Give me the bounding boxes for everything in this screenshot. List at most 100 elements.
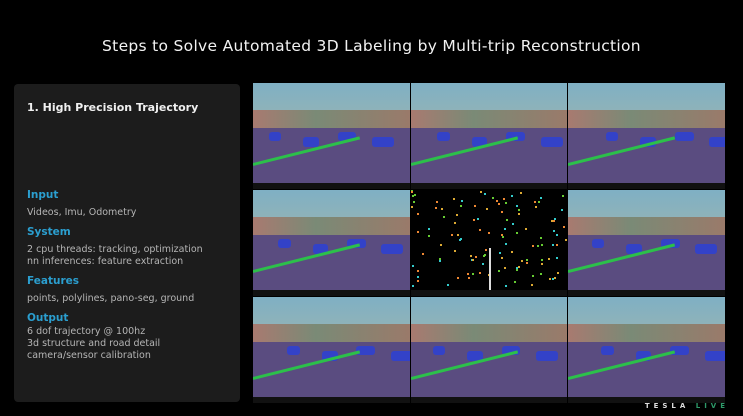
point-feature xyxy=(411,264,414,267)
trajectory-line xyxy=(488,248,491,291)
point-feature xyxy=(510,195,513,198)
point-feature xyxy=(538,200,541,203)
point-feature xyxy=(515,232,518,235)
tile-status-strip xyxy=(253,183,410,189)
point-feature xyxy=(534,206,537,209)
point-feature xyxy=(443,215,446,218)
point-feature xyxy=(416,269,419,272)
point-feature xyxy=(539,197,542,200)
point-feature xyxy=(471,272,474,275)
point-feature xyxy=(474,205,477,208)
point-feature xyxy=(473,218,475,221)
point-feature xyxy=(540,244,543,247)
tile-status-strip xyxy=(568,183,725,189)
camera-view-tile xyxy=(253,190,410,296)
point-feature xyxy=(456,233,459,236)
vehicle-mask xyxy=(287,345,300,356)
section-features-label: Features xyxy=(27,275,79,287)
point-feature xyxy=(565,238,568,241)
point-feature xyxy=(500,256,503,259)
point-feature xyxy=(517,213,520,216)
point-feature xyxy=(417,275,419,278)
point-feature xyxy=(556,244,559,247)
vehicle-mask xyxy=(432,345,446,356)
point-feature xyxy=(428,228,431,231)
vehicle-mask xyxy=(695,244,718,254)
point-feature xyxy=(438,257,441,260)
vehicle-mask xyxy=(437,131,450,142)
camera-view-tile xyxy=(568,190,725,296)
info-panel: 1. High Precision Trajectory Input Video… xyxy=(14,84,240,402)
tile-status-strip xyxy=(253,397,410,403)
point-feature xyxy=(460,200,463,203)
point-feature xyxy=(411,285,414,288)
section-output-text: 6 dof trajectory @ 100hz 3d structure and… xyxy=(27,326,227,362)
point-feature xyxy=(412,200,415,203)
point-feature xyxy=(541,259,544,262)
point-feature xyxy=(516,269,519,272)
point-feature xyxy=(483,193,486,196)
camera-view-tile xyxy=(253,83,410,189)
point-feature xyxy=(504,201,507,204)
vehicle-mask xyxy=(601,345,614,356)
vehicle-mask xyxy=(540,137,563,147)
vehicle-mask xyxy=(674,131,694,142)
point-feature xyxy=(482,263,485,266)
point-feature xyxy=(480,190,483,193)
point-feature xyxy=(504,266,507,269)
live-text: LIVE xyxy=(695,402,729,410)
point-feature xyxy=(447,284,450,287)
point-feature xyxy=(441,208,444,211)
point-feature xyxy=(516,205,519,208)
section-input-text: Videos, Imu, Odometry xyxy=(27,207,137,218)
point-feature xyxy=(476,218,479,221)
brand-text: TESLA xyxy=(644,402,690,410)
point-feature xyxy=(456,214,459,217)
point-feature xyxy=(497,203,500,206)
point-feature xyxy=(410,190,413,193)
camera-view-tile xyxy=(410,297,568,403)
point-feature xyxy=(491,196,494,199)
camera-view-tile xyxy=(568,297,725,403)
point-feature xyxy=(435,201,438,204)
camera-view-tile xyxy=(410,83,568,189)
point-feature xyxy=(554,276,557,279)
point-feature xyxy=(534,200,536,203)
point-feature xyxy=(518,208,521,211)
point-feature xyxy=(511,250,514,253)
system-line: nn inferences: feature extraction xyxy=(27,256,184,267)
point-feature xyxy=(417,213,420,216)
point-feature xyxy=(469,255,472,258)
vehicle-mask xyxy=(268,131,282,142)
point-feature xyxy=(495,200,498,203)
vehicle-mask xyxy=(372,137,394,147)
point-feature xyxy=(485,207,488,210)
point-feature xyxy=(553,230,556,233)
section-features-text: points, polylines, pano-seg, ground xyxy=(27,293,195,304)
point-feature xyxy=(526,258,529,261)
output-line: camera/sensor calibration xyxy=(27,350,151,361)
point-feature xyxy=(521,260,524,263)
camera-view-tile xyxy=(410,190,568,296)
point-feature xyxy=(512,222,515,225)
vehicle-mask xyxy=(591,238,605,249)
point-feature xyxy=(456,277,459,280)
point-feature xyxy=(501,211,504,214)
point-feature xyxy=(531,283,534,286)
tesla-live-logo: TESLA LIVE xyxy=(645,402,729,410)
point-feature xyxy=(548,258,551,261)
point-feature xyxy=(467,276,470,279)
tile-status-strip xyxy=(568,290,725,296)
point-feature xyxy=(434,206,437,209)
vehicle-mask xyxy=(535,351,558,361)
point-feature xyxy=(438,259,441,262)
point-feature xyxy=(416,279,419,282)
point-feature xyxy=(416,230,419,233)
point-feature xyxy=(506,219,509,222)
vehicle-mask xyxy=(605,131,619,142)
point-feature xyxy=(414,193,417,196)
point-feature xyxy=(502,197,505,200)
point-feature xyxy=(483,253,486,256)
point-feature xyxy=(412,194,415,197)
tile-status-strip xyxy=(410,183,568,189)
